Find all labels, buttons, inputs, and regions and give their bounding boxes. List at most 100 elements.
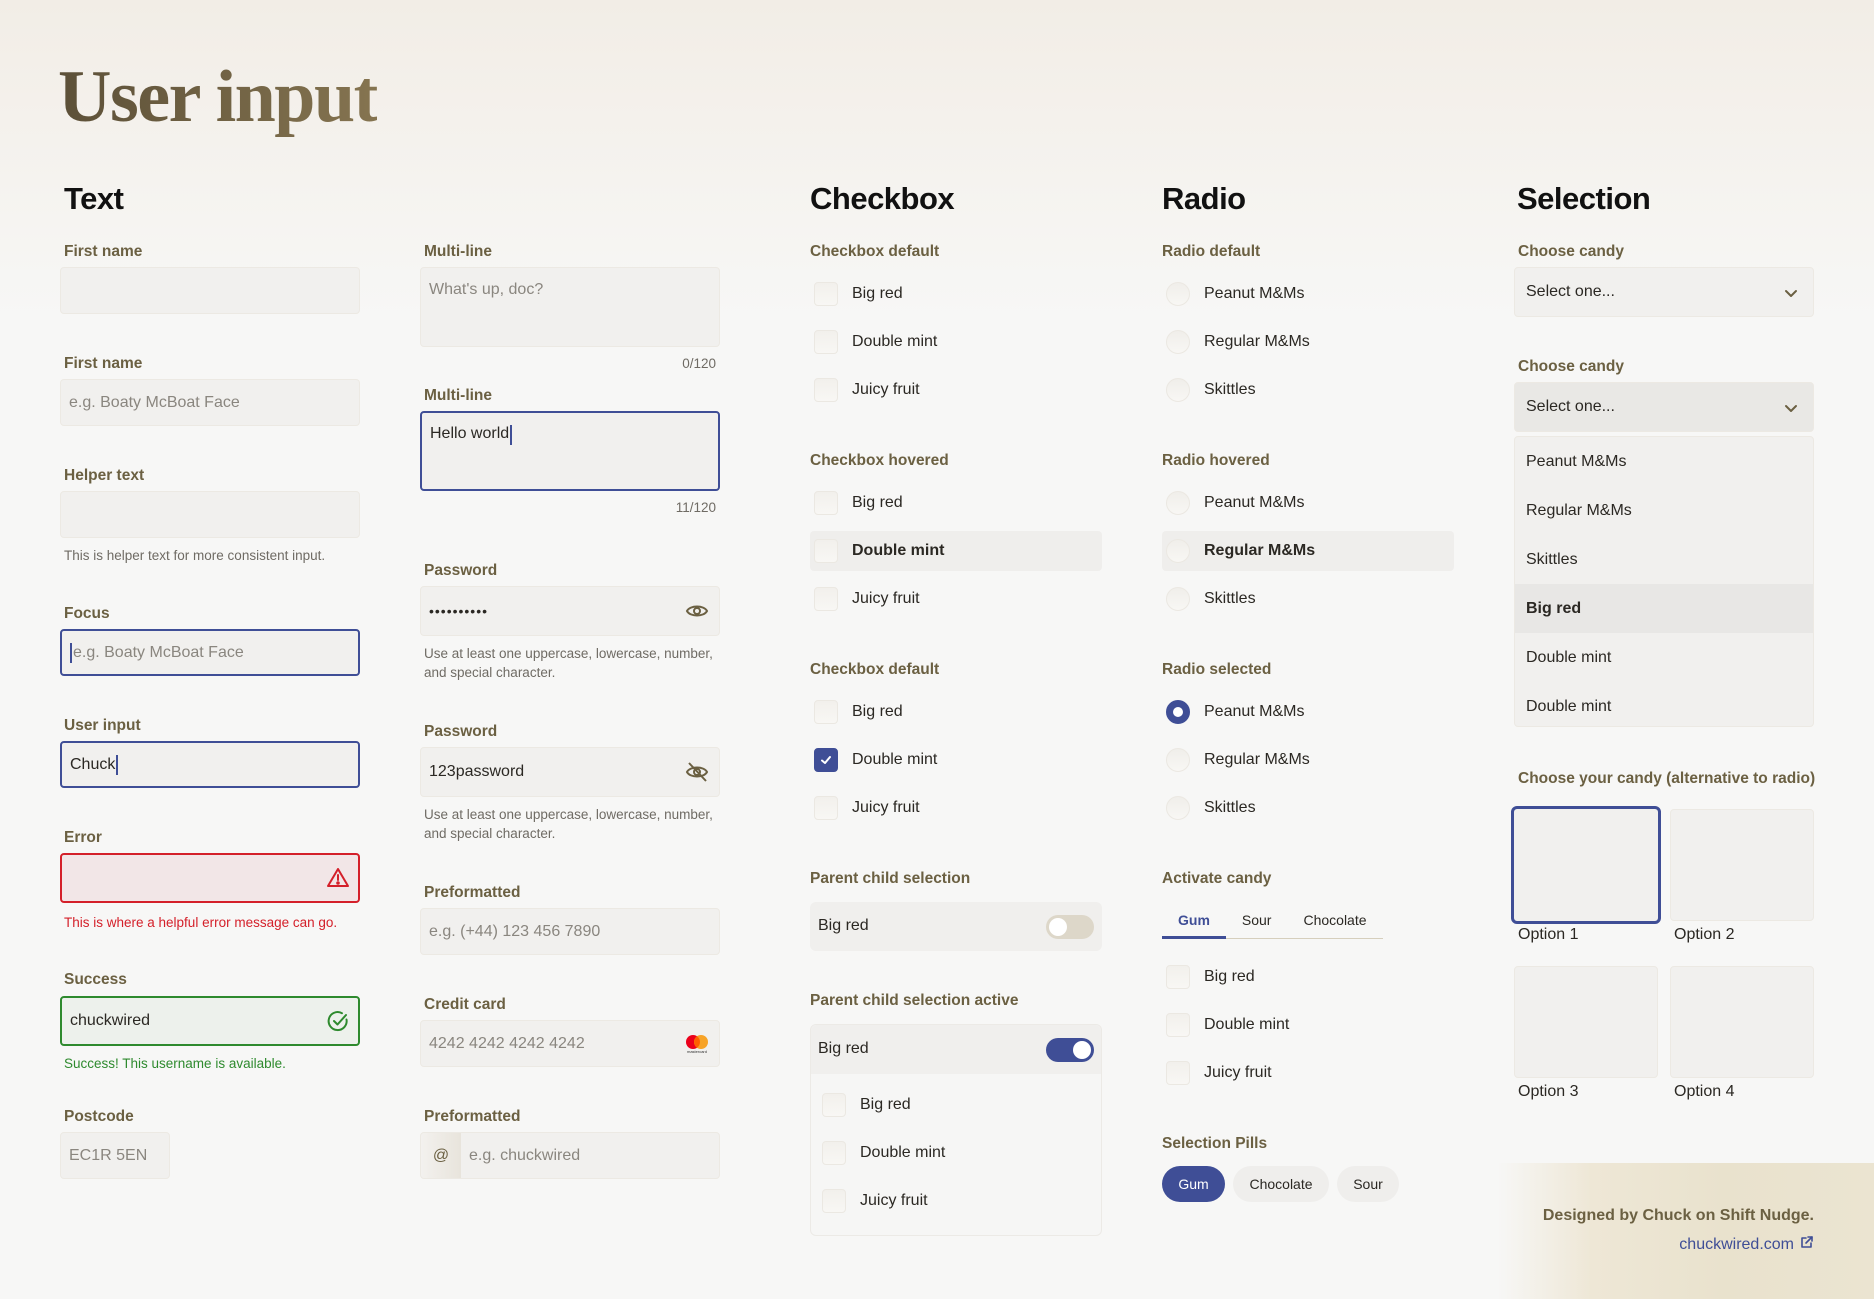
pill-chocolate[interactable]: Chocolate <box>1233 1166 1329 1202</box>
checkbox-item[interactable]: Big red <box>1162 957 1255 997</box>
credit-card-input[interactable]: 4242 4242 4242 4242 mastercard <box>420 1020 720 1067</box>
radio-item[interactable]: Skittles <box>1162 370 1256 410</box>
checkbox[interactable] <box>1166 965 1190 989</box>
multiline-filled-textarea[interactable]: Hello world <box>420 411 720 491</box>
radio-item[interactable]: Regular M&Ms <box>1162 740 1310 780</box>
focus-input[interactable]: e.g. Boaty McBoat Face <box>60 629 360 676</box>
radio-item[interactable]: Skittles <box>1162 788 1256 828</box>
radio-button[interactable] <box>1166 378 1190 402</box>
menu-item-highlighted[interactable]: Big red <box>1515 584 1813 633</box>
menu-item[interactable]: Double mint <box>1515 682 1813 731</box>
checkbox[interactable] <box>814 330 838 354</box>
checkbox[interactable] <box>814 282 838 306</box>
first-name-placeholder-input[interactable]: e.g. Boaty McBoat Face <box>60 379 360 426</box>
radio-item[interactable]: Regular M&Ms <box>1162 322 1310 362</box>
radio-item-hovered[interactable]: Regular M&Ms <box>1162 531 1454 571</box>
username-label: Preformatted <box>424 1108 521 1125</box>
select-value: Select one... <box>1526 283 1615 300</box>
parent-child-active-label: Parent child selection active <box>810 992 1019 1009</box>
option-card-selected[interactable] <box>1511 806 1661 924</box>
checkbox[interactable] <box>814 378 838 402</box>
radio-item[interactable]: Skittles <box>1162 579 1256 619</box>
checkbox[interactable] <box>814 539 838 563</box>
helper-text-label: Helper text <box>64 467 145 484</box>
username-input[interactable]: @ e.g. chuckwired <box>420 1132 720 1179</box>
checkbox-item[interactable]: Juicy fruit <box>810 579 920 619</box>
checkbox-item[interactable]: Juicy fruit <box>810 370 920 410</box>
menu-item[interactable]: Double mint <box>1515 633 1813 682</box>
radio-item[interactable]: Peanut M&Ms <box>1162 483 1304 523</box>
child-checkbox-item[interactable]: Juicy fruit <box>818 1181 928 1221</box>
radio-button[interactable] <box>1166 748 1190 772</box>
multiline-empty-textarea[interactable]: What's up, doc? <box>420 267 720 347</box>
option-card[interactable] <box>1670 966 1814 1078</box>
radio-label: Peanut M&Ms <box>1204 703 1305 720</box>
checkbox[interactable] <box>822 1189 846 1213</box>
radio-button[interactable] <box>1166 491 1190 515</box>
checkbox-item[interactable]: Double mint <box>810 322 937 362</box>
text-caret <box>70 642 72 663</box>
candy-select[interactable]: Select one... <box>1514 267 1814 317</box>
postcode-input[interactable]: EC1R 5EN <box>60 1132 170 1179</box>
helper-text-input[interactable] <box>60 491 360 538</box>
tab-sour[interactable]: Sour <box>1226 912 1288 938</box>
error-input[interactable] <box>60 853 360 903</box>
section-title-radio: Radio <box>1162 181 1246 216</box>
website-link[interactable]: chuckwired.com <box>1679 1235 1814 1254</box>
radio-button[interactable] <box>1166 587 1190 611</box>
website-link-text[interactable]: chuckwired.com <box>1679 1236 1794 1254</box>
password-shown-input[interactable]: 123password <box>420 747 720 797</box>
pill-gum[interactable]: Gum <box>1162 1166 1225 1202</box>
checkbox-checked[interactable] <box>814 748 838 772</box>
option-card-label: Option 1 <box>1518 926 1579 943</box>
placeholder-text: e.g. Boaty McBoat Face <box>69 393 240 411</box>
checkbox-item[interactable]: Big red <box>810 483 903 523</box>
user-input-field[interactable]: Chuck <box>60 741 360 788</box>
first-name-input[interactable] <box>60 267 360 314</box>
radio-button[interactable] <box>1166 330 1190 354</box>
radio-item[interactable]: Peanut M&Ms <box>1162 274 1304 314</box>
option-card[interactable] <box>1514 966 1658 1078</box>
option-card[interactable] <box>1670 809 1814 921</box>
checkbox-item[interactable]: Big red <box>810 692 903 732</box>
radio-label: Regular M&Ms <box>1204 542 1316 559</box>
success-input[interactable]: chuckwired <box>60 996 360 1046</box>
child-checkbox-item[interactable]: Double mint <box>818 1133 945 1173</box>
tab-chocolate[interactable]: Chocolate <box>1287 912 1382 938</box>
checkbox[interactable] <box>1166 1013 1190 1037</box>
pill-sour[interactable]: Sour <box>1337 1166 1399 1202</box>
menu-item[interactable]: Peanut M&Ms <box>1515 437 1813 486</box>
radio-button[interactable] <box>1166 539 1190 563</box>
phone-input[interactable]: e.g. (+44) 123 456 7890 <box>420 908 720 955</box>
checkbox[interactable] <box>1166 1061 1190 1085</box>
checkbox-item[interactable]: Juicy fruit <box>1162 1053 1272 1093</box>
checkbox[interactable] <box>822 1141 846 1165</box>
menu-item[interactable]: Regular M&Ms <box>1515 486 1813 535</box>
checkbox-item-checked[interactable]: Double mint <box>810 740 937 780</box>
radio-item-selected[interactable]: Peanut M&Ms <box>1162 692 1304 732</box>
toggle-knob <box>1049 918 1067 936</box>
candy-select-open[interactable]: Select one... <box>1514 382 1814 432</box>
radio-button[interactable] <box>1166 796 1190 820</box>
placeholder-text: e.g. chuckwired <box>469 1146 581 1164</box>
checkbox-item-hovered[interactable]: Double mint <box>810 531 1102 571</box>
eye-icon[interactable] <box>685 599 709 623</box>
checkbox[interactable] <box>822 1093 846 1117</box>
eye-off-icon[interactable] <box>685 760 709 784</box>
checkbox[interactable] <box>814 796 838 820</box>
radio-button-selected[interactable] <box>1166 700 1190 724</box>
toggle-switch-off[interactable] <box>1046 915 1094 939</box>
toggle-switch-on[interactable] <box>1046 1038 1094 1062</box>
checkbox[interactable] <box>814 700 838 724</box>
checkbox[interactable] <box>814 491 838 515</box>
radio-button[interactable] <box>1166 282 1190 306</box>
tab-gum[interactable]: Gum <box>1162 912 1226 939</box>
child-checkbox-item[interactable]: Big red <box>818 1085 911 1125</box>
menu-item[interactable]: Skittles <box>1515 535 1813 584</box>
checkbox-item[interactable]: Big red <box>810 274 903 314</box>
password-hidden-input[interactable]: •••••••••• <box>420 586 720 636</box>
first-name-label: First name <box>64 243 143 260</box>
checkbox-item[interactable]: Juicy fruit <box>810 788 920 828</box>
checkbox[interactable] <box>814 587 838 611</box>
checkbox-item[interactable]: Double mint <box>1162 1005 1289 1045</box>
